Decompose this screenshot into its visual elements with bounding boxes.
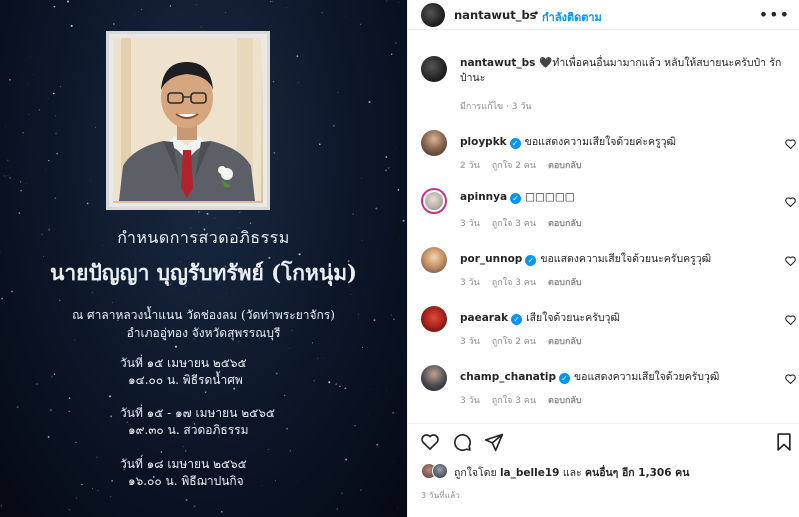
post-actions: ถูกใจโดย la_belle19 และ คนอื่นๆ อีก 1,30… — [408, 423, 799, 517]
verified-badge-icon: ✓ — [525, 255, 537, 266]
liker-username[interactable]: la_belle19 — [500, 467, 560, 479]
post-image[interactable]: กำหนดการสวดอภิธรรม นายปัญญา บุญรับทรัพย์… — [0, 0, 407, 517]
comment-item: paearak ✓ เสียใจด้วยนะครับวุฒิ 3 วัน ถูกใจ … — [421, 306, 796, 348]
comment-item: ploypkk ✓ ขอแสดงความเสียใจด้วยค่ะครูวุฒิ 2… — [421, 130, 796, 172]
schedule-detail: ๑๖.๐๐ น. พิธีฌาปนกิจ — [128, 474, 244, 488]
share-send-icon[interactable] — [484, 432, 504, 452]
comment-item: champ_chanatip ✓ ขอแสดงความเสียใจด้วยครับว… — [421, 365, 796, 407]
comment-icon[interactable] — [452, 432, 472, 452]
comment-time: 3 วัน — [460, 278, 480, 288]
heart-outline-icon[interactable] — [785, 256, 796, 266]
comment-body: ขอแสดงความเสียใจด้วยนะครับครูวุฒิ — [540, 253, 712, 265]
heart-outline-icon[interactable] — [785, 139, 796, 149]
post-header: nantawut_bs • กำลังติดตาม ••• — [408, 0, 799, 30]
comments-list[interactable]: nantawut_bs 🖤ทำเพื่อคนอื่นมามากแล้ว หลับใ… — [408, 30, 799, 423]
comment-meta: 3 วัน ถูกใจ 3 คน ตอบกลับ — [460, 275, 594, 289]
comment-body: เสียใจด้วยนะครับวุฒิ — [526, 312, 620, 324]
comment-meta: 3 วัน ถูกใจ 3 คน ตอบกลับ — [460, 216, 594, 230]
comment-likes[interactable]: ถูกใจ 2 คน — [492, 337, 536, 347]
venue: ณ ศาลาหลวงน้ำแนน วัดช่องลม (วัดท่าพระยาจ… — [0, 306, 407, 342]
comment-time: 3 วัน — [460, 337, 480, 347]
commenter-username[interactable]: apinnya — [460, 191, 507, 203]
caption-meta: มีการแก้ไข · 3 วัน — [460, 102, 532, 112]
comment-item: por_unnop ✓ ขอแสดงความเสียใจด้วยนะครับครูว… — [421, 247, 796, 289]
comment-text: apinnya ✓ □□□□□ — [460, 191, 575, 204]
post-timestamp[interactable]: 3 วันที่แล้ว — [421, 489, 460, 502]
reply-button[interactable]: ตอบกลับ — [548, 396, 582, 406]
comment-time: 3 วัน — [460, 219, 480, 229]
comment-body: ขอแสดงความเสียใจด้วยค่ะครูวุฒิ — [524, 136, 677, 148]
caption-text: nantawut_bs 🖤ทำเพื่อคนอื่นมามากแล้ว หลับใ… — [460, 56, 790, 86]
schedule-detail: ๑๔.๐๐ น. พิธีรดน้ำศพ — [128, 373, 243, 387]
heart-outline-icon[interactable] — [785, 315, 796, 325]
memorial-heading: กำหนดการสวดอภิธรรม — [117, 228, 290, 247]
verified-badge-icon: ✓ — [509, 138, 521, 149]
like-heart-icon[interactable] — [420, 432, 440, 452]
likes-prefix: ถูกใจโดย — [454, 466, 497, 479]
schedule-date: วันที่ ๑๕ - ๑๗ เมษายน ๒๕๖๕ — [120, 406, 275, 420]
comment-meta: 3 วัน ถูกใจ 3 คน ตอบกลับ — [460, 393, 594, 407]
portrait-photo — [113, 38, 263, 203]
comment-item: apinnya ✓ □□□□□ 3 วัน ถูกใจ 3 คน ตอบกลับ — [421, 188, 796, 230]
bookmark-icon[interactable] — [774, 432, 794, 452]
reply-button[interactable]: ตอบกลับ — [548, 337, 582, 347]
comment-text: por_unnop ✓ ขอแสดงความเสียใจด้วยนะครับครูว… — [460, 250, 711, 267]
comment-body: ขอแสดงความเสียใจด้วยครับวุฒิ — [573, 371, 720, 383]
comment-likes[interactable]: ถูกใจ 3 คน — [492, 278, 536, 288]
commenter-avatar[interactable] — [421, 306, 447, 332]
verified-badge-icon: ✓ — [510, 193, 522, 204]
heart-outline-icon[interactable] — [785, 197, 796, 207]
liker-avatar[interactable] — [432, 463, 448, 479]
post-side-panel: nantawut_bs • กำลังติดตาม ••• nantawut_b… — [407, 0, 799, 517]
comment-text: ploypkk ✓ ขอแสดงความเสียใจด้วยค่ะครูวุฒิ — [460, 133, 676, 150]
schedule-item: วันที่ ๑๘ เมษายน ๒๕๖๕ ๑๖.๐๐ น. พิธีฌาปนก… — [120, 456, 380, 490]
comment-likes[interactable]: ถูกใจ 3 คน — [492, 219, 536, 229]
commenter-avatar[interactable] — [421, 247, 447, 273]
comment-text: paearak ✓ เสียใจด้วยนะครับวุฒิ — [460, 309, 620, 326]
schedule-date: วันที่ ๑๘ เมษายน ๒๕๖๕ — [120, 457, 247, 471]
commenter-username[interactable]: champ_chanatip — [460, 371, 556, 383]
owner-avatar[interactable] — [421, 3, 445, 27]
portrait-frame — [106, 31, 270, 210]
owner-avatar[interactable] — [421, 56, 447, 82]
comment-time: 2 วัน — [460, 161, 480, 171]
reply-button[interactable]: ตอบกลับ — [548, 278, 582, 288]
deceased-name: นายปัญญา บุญรับทรัพย์ (โกหนุ่ม) — [50, 260, 357, 285]
comment-likes[interactable]: ถูกใจ 2 คน — [492, 161, 536, 171]
comment-time: 3 วัน — [460, 396, 480, 406]
liker-avatars — [421, 463, 451, 481]
venue-line-2: อำเภออู่ทอง จังหวัดสุพรรณบุรี — [126, 326, 281, 340]
caption-username[interactable]: nantawut_bs — [460, 57, 535, 69]
comment-meta: 2 วัน ถูกใจ 2 คน ตอบกลับ — [460, 158, 594, 172]
reply-button[interactable]: ตอบกลับ — [548, 219, 582, 229]
more-horizontal-icon[interactable]: ••• — [759, 5, 790, 24]
schedule-item: วันที่ ๑๕ เมษายน ๒๕๖๕ ๑๔.๐๐ น. พิธีรดน้ำ… — [120, 355, 380, 389]
schedule-item: วันที่ ๑๕ - ๑๗ เมษายน ๒๕๖๕ ๑๙.๓๐ น. สวดอ… — [120, 405, 380, 439]
commenter-avatar[interactable] — [421, 188, 447, 214]
commenter-username[interactable]: ploypkk — [460, 136, 507, 148]
likes-middle: และ — [562, 466, 582, 479]
reply-button[interactable]: ตอบกลับ — [548, 161, 582, 171]
likes-text: ถูกใจโดย la_belle19 และ คนอื่นๆ อีก 1,30… — [454, 464, 689, 481]
owner-username[interactable]: nantawut_bs — [454, 8, 537, 22]
commenter-username[interactable]: paearak — [460, 312, 508, 324]
likes-others-link[interactable]: คนอื่นๆ อีก 1,306 คน — [585, 467, 689, 479]
schedule-detail: ๑๙.๓๐ น. สวดอภิธรรม — [128, 423, 249, 437]
following-button[interactable]: กำลังติดตาม — [542, 8, 602, 26]
heart-outline-icon[interactable] — [785, 374, 796, 384]
commenter-avatar[interactable] — [421, 130, 447, 156]
verified-badge-icon: ✓ — [511, 314, 523, 325]
schedule-date: วันที่ ๑๕ เมษายน ๒๕๖๕ — [120, 356, 247, 370]
comment-body: □□□□□ — [525, 191, 575, 203]
verified-badge-icon: ✓ — [558, 373, 570, 384]
commenter-avatar[interactable] — [421, 365, 447, 391]
comment-likes[interactable]: ถูกใจ 3 คน — [492, 396, 536, 406]
venue-line-1: ณ ศาลาหลวงน้ำแนน วัดช่องลม (วัดท่าพระยาจ… — [72, 308, 335, 322]
comment-meta: 3 วัน ถูกใจ 2 คน ตอบกลับ — [460, 334, 594, 348]
commenter-username[interactable]: por_unnop — [460, 253, 522, 265]
comment-text: champ_chanatip ✓ ขอแสดงความเสียใจด้วยครับว… — [460, 368, 719, 385]
likes-summary: ถูกใจโดย la_belle19 และ คนอื่นๆ อีก 1,30… — [421, 463, 689, 481]
separator-dot: • — [533, 7, 540, 20]
